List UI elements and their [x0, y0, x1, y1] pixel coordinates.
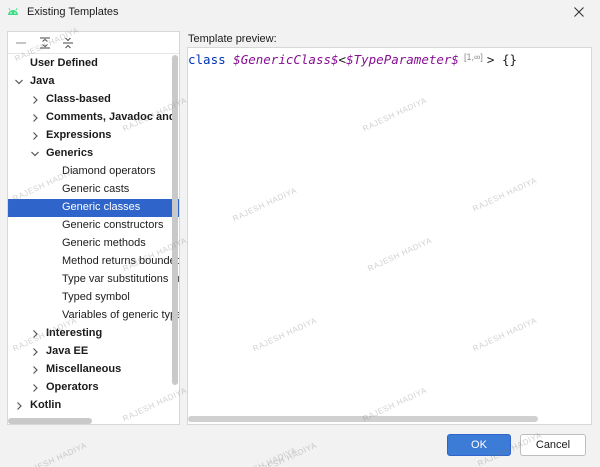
tree-item[interactable]: User Defined — [8, 55, 179, 73]
tree-item[interactable]: Generic classes — [8, 199, 179, 217]
collapse-icon[interactable] — [14, 36, 28, 50]
chevron-right-icon[interactable] — [30, 328, 40, 340]
tree-item-label: Java EE — [46, 345, 89, 357]
tree-item[interactable]: Comments, Javadoc and M — [8, 109, 179, 127]
tree-item-label: Variables of generic type — [62, 309, 179, 321]
tree-item[interactable]: Class-based — [8, 91, 179, 109]
tree-horizontal-scrollbar[interactable] — [8, 418, 92, 424]
tree-toolbar — [8, 32, 179, 54]
code-keyword: class — [188, 52, 226, 67]
tree-item-label: Class-based — [46, 93, 111, 105]
tree-item-label: Kotlin — [30, 399, 62, 411]
template-preview-label: Template preview: — [188, 33, 277, 45]
chevron-down-icon[interactable] — [30, 148, 40, 160]
tree-item-label: Interesting — [46, 327, 103, 339]
cancel-button[interactable]: Cancel — [520, 434, 586, 456]
tree-item[interactable]: Method returns bounded — [8, 253, 179, 271]
tree-item[interactable]: Kotlin — [8, 397, 179, 415]
tree-item[interactable]: Generics — [8, 145, 179, 163]
tree-item-label: Comments, Javadoc and M — [46, 111, 179, 123]
tree-item-label: Generics — [46, 147, 94, 159]
tree-item[interactable]: Type var substitutions in — [8, 271, 179, 289]
code-variable-generic-class: $GenericClass$ — [233, 52, 339, 67]
window-title: Existing Templates — [27, 6, 119, 18]
tree-vertical-scrollbar[interactable] — [172, 55, 178, 385]
repeat-hint-badge: [1,∞] — [463, 52, 483, 62]
tree-item[interactable]: Diamond operators — [8, 163, 179, 181]
code-angle-bracket: < — [338, 52, 347, 67]
chevron-right-icon[interactable] — [30, 130, 40, 142]
tree-item[interactable]: Operators — [8, 379, 179, 397]
tree-item[interactable]: Expressions — [8, 127, 179, 145]
tree-item-label: Type var substitutions in — [62, 273, 179, 285]
tree-item-label: User Defined — [30, 57, 98, 69]
chevron-right-icon[interactable] — [30, 364, 40, 376]
tree-item[interactable]: Miscellaneous — [8, 361, 179, 379]
close-icon — [574, 7, 584, 17]
tree-item-label: Java — [30, 75, 55, 87]
code-variable-type-parameter: $TypeParameter$ — [346, 52, 459, 67]
chevron-right-icon[interactable] — [30, 94, 40, 106]
template-tree: User Defined Java Class-based Comments, Jav… — [8, 55, 179, 424]
ok-button[interactable]: OK — [447, 434, 511, 456]
tree-item-label: Method returns bounded — [62, 255, 179, 267]
close-button[interactable] — [568, 2, 590, 22]
chevron-right-icon[interactable] — [30, 346, 40, 358]
tree-item-label: Generic casts — [62, 183, 130, 195]
tree-item[interactable]: Java EE — [8, 343, 179, 361]
title-bar: Existing Templates — [0, 0, 600, 26]
tree-item[interactable]: Typed symbol — [8, 289, 179, 307]
tree-item-label: Miscellaneous — [46, 363, 122, 375]
chevron-right-icon[interactable] — [30, 112, 40, 124]
tree-item-label: Generic classes — [62, 201, 141, 213]
preview-code-line: class $GenericClass$<$TypeParameter$ [1,∞… — [188, 52, 517, 67]
tree-item[interactable]: Generic casts — [8, 181, 179, 199]
preview-horizontal-scrollbar[interactable] — [188, 416, 538, 422]
template-tree-panel: User Defined Java Class-based Comments, Jav… — [7, 31, 180, 425]
code-tail: > {} — [486, 52, 517, 67]
tree-item[interactable]: Java — [8, 73, 179, 91]
tree-item-label: Typed symbol — [62, 291, 130, 303]
watermark-text: RAJESH HADIYA — [21, 440, 89, 467]
tree-item[interactable]: Generic constructors — [8, 217, 179, 235]
tree-item-label: Diamond operators — [62, 165, 156, 177]
collapse-all-icon[interactable] — [61, 36, 75, 50]
chevron-right-icon[interactable] — [14, 400, 24, 412]
tree-item-label: Expressions — [46, 129, 112, 141]
tree-item-label: Operators — [46, 381, 99, 393]
tree-item-label: Generic methods — [62, 237, 146, 249]
tree-item[interactable]: Variables of generic type — [8, 307, 179, 325]
watermark-text: RAJESH HADIYA — [251, 440, 319, 467]
watermark-text: RAJESH HADIYA — [231, 445, 299, 467]
tree-item-label: Generic constructors — [62, 219, 164, 231]
chevron-down-icon[interactable] — [14, 76, 24, 88]
tree-item[interactable]: Interesting — [8, 325, 179, 343]
template-preview-editor[interactable]: class $GenericClass$<$TypeParameter$ [1,∞… — [187, 47, 592, 425]
tree-item[interactable]: Generic methods — [8, 235, 179, 253]
chevron-right-icon[interactable] — [30, 382, 40, 394]
android-studio-icon — [8, 8, 18, 15]
expand-all-icon[interactable] — [38, 36, 52, 50]
